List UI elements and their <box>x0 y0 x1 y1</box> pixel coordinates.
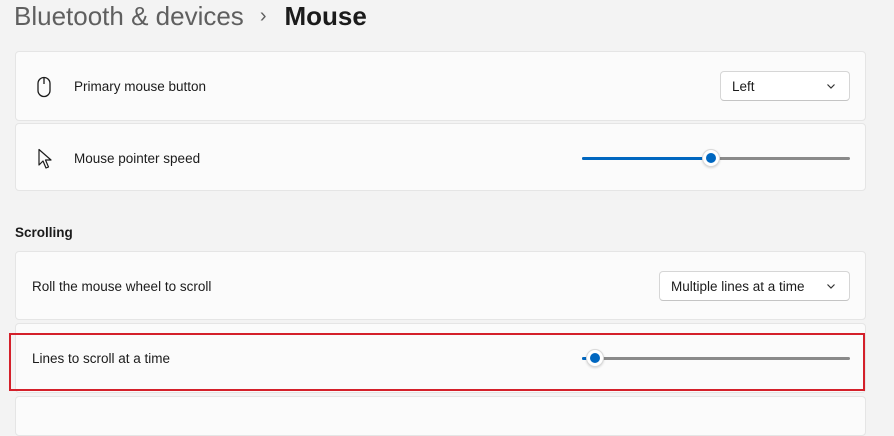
next-setting-card <box>15 396 866 436</box>
slider-track <box>582 357 850 360</box>
page-title: Mouse <box>284 0 367 31</box>
roll-mouse-wheel-card: Roll the mouse wheel to scroll Multiple … <box>15 251 866 320</box>
primary-mouse-button-label: Primary mouse button <box>74 79 207 94</box>
lines-to-scroll-card: Lines to scroll at a time <box>15 323 866 393</box>
scrolling-section-title: Scrolling <box>15 225 73 240</box>
roll-mouse-wheel-dropdown[interactable]: Multiple lines at a time <box>659 271 850 301</box>
primary-mouse-button-value: Left <box>732 78 755 94</box>
pointer-arrow-icon <box>38 148 52 169</box>
mouse-pointer-speed-slider[interactable] <box>582 148 850 168</box>
slider-thumb[interactable] <box>586 349 605 367</box>
mouse-pointer-speed-card: Mouse pointer speed <box>15 123 866 191</box>
mouse-pointer-speed-label: Mouse pointer speed <box>74 151 201 166</box>
lines-to-scroll-slider[interactable] <box>582 348 850 368</box>
primary-mouse-button-card: Primary mouse button Left <box>15 51 866 121</box>
lines-to-scroll-label: Lines to scroll at a time <box>32 351 171 366</box>
breadcrumb: Bluetooth & devices › Mouse <box>14 0 367 36</box>
roll-mouse-wheel-value: Multiple lines at a time <box>671 278 805 294</box>
breadcrumb-separator: › <box>259 4 267 27</box>
slider-thumb[interactable] <box>701 149 720 167</box>
roll-mouse-wheel-label: Roll the mouse wheel to scroll <box>32 279 212 294</box>
primary-mouse-button-dropdown[interactable]: Left <box>720 71 850 101</box>
mouse-icon <box>37 76 51 98</box>
slider-fill <box>582 157 711 160</box>
breadcrumb-parent-link[interactable]: Bluetooth & devices <box>14 1 244 32</box>
chevron-down-icon <box>827 84 835 89</box>
chevron-down-icon <box>827 284 835 289</box>
